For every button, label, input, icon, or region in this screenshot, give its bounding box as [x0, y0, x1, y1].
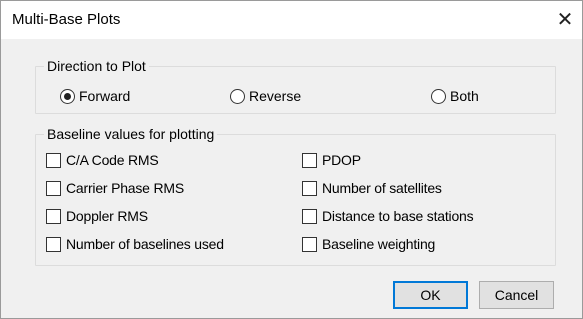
checkbox-ca-code-rms[interactable]: C/A Code RMS: [46, 151, 159, 169]
checkbox-baseline-weighting-box[interactable]: [302, 236, 317, 252]
checkbox-baseline-weighting[interactable]: Baseline weighting: [302, 235, 435, 253]
checkbox-number-of-satellites-box[interactable]: [302, 180, 317, 196]
checkbox-distance-to-base-stations-label: Distance to base stations: [322, 208, 474, 224]
dialog-title: Multi-Base Plots: [12, 11, 121, 28]
checkbox-distance-to-base-stations-box[interactable]: [302, 208, 317, 224]
close-icon[interactable]: ✕: [552, 7, 578, 33]
direction-to-plot-group: Direction to Plot Forward Reverse Both: [35, 57, 556, 114]
checkbox-carrier-phase-rms[interactable]: Carrier Phase RMS: [46, 179, 184, 197]
baseline-group-legend: Baseline values for plotting: [44, 125, 218, 143]
checkbox-number-of-baselines-used[interactable]: Number of baselines used: [46, 235, 224, 253]
checkbox-number-of-baselines-used-label: Number of baselines used: [66, 236, 224, 252]
radio-reverse[interactable]: Reverse: [230, 87, 301, 105]
radio-forward[interactable]: Forward: [60, 87, 130, 105]
radio-reverse-indicator[interactable]: [230, 88, 245, 104]
radio-both-label: Both: [450, 88, 479, 104]
checkbox-number-of-baselines-used-box[interactable]: [46, 236, 61, 252]
checkbox-number-of-satellites-label: Number of satellites: [322, 180, 442, 196]
baseline-values-group: Baseline values for plotting C/A Code RM…: [35, 125, 556, 266]
checkbox-baseline-weighting-label: Baseline weighting: [322, 236, 436, 252]
checkbox-ca-code-rms-box[interactable]: [46, 152, 61, 168]
checkbox-pdop[interactable]: PDOP: [302, 151, 361, 169]
ok-button[interactable]: OK: [393, 281, 468, 309]
title-bar: Multi-Base Plots ✕: [1, 1, 582, 39]
direction-group-legend: Direction to Plot: [44, 57, 149, 75]
checkbox-doppler-rms-label: Doppler RMS: [66, 208, 148, 224]
checkbox-carrier-phase-rms-box[interactable]: [46, 180, 61, 196]
radio-forward-indicator[interactable]: [60, 88, 75, 104]
checkbox-ca-code-rms-label: C/A Code RMS: [66, 152, 159, 168]
checkbox-distance-to-base-stations[interactable]: Distance to base stations: [302, 207, 474, 225]
checkbox-number-of-satellites[interactable]: Number of satellites: [302, 179, 442, 197]
checkbox-doppler-rms[interactable]: Doppler RMS: [46, 207, 148, 225]
radio-forward-label: Forward: [79, 88, 131, 104]
radio-both[interactable]: Both: [431, 87, 479, 105]
checkbox-carrier-phase-rms-label: Carrier Phase RMS: [66, 180, 184, 196]
radio-both-indicator[interactable]: [431, 88, 446, 104]
cancel-button[interactable]: Cancel: [479, 281, 554, 309]
radio-reverse-label: Reverse: [249, 88, 302, 104]
checkbox-doppler-rms-box[interactable]: [46, 208, 61, 224]
checkbox-pdop-label: PDOP: [322, 152, 361, 168]
multi-base-plots-dialog: Multi-Base Plots ✕ Direction to Plot For…: [0, 0, 583, 319]
checkbox-pdop-box[interactable]: [302, 152, 317, 168]
